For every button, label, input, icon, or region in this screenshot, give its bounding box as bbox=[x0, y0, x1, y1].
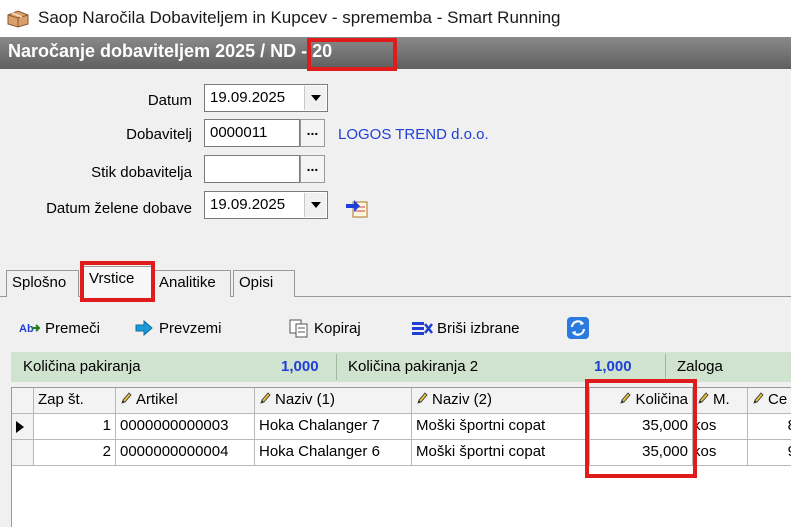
pencil-icon bbox=[260, 392, 271, 404]
kopiraj-label: Kopiraj bbox=[314, 319, 361, 337]
document-title: Naročanje dobaviteljem 2025 / ND - 20 bbox=[8, 41, 333, 61]
column-header-cena[interactable]: Ce bbox=[748, 388, 791, 414]
kolicina-pakiranja-2-label: Količina pakiranja 2 bbox=[348, 358, 479, 375]
table-cell[interactable]: 9 bbox=[748, 440, 791, 466]
delete-rows-icon bbox=[412, 322, 433, 335]
table-cell[interactable]: Moški športni copat bbox=[412, 414, 590, 440]
highlight-kolicina-column bbox=[585, 379, 697, 478]
window-title: Saop Naročila Dobaviteljem in Kupcev - s… bbox=[38, 8, 561, 27]
kopiraj-button[interactable]: Kopiraj bbox=[288, 316, 361, 340]
zaloga-label: Zaloga bbox=[677, 358, 723, 375]
kolicina-pakiranja-value: 1,000 bbox=[281, 358, 319, 375]
datum-value: 19.09.2025 bbox=[210, 89, 286, 106]
kolicina-pakiranja-2-value: 1,000 bbox=[594, 358, 632, 375]
datum-label: Datum bbox=[147, 92, 192, 109]
datum-zelene-label: Datum želene dobave bbox=[46, 200, 192, 217]
tab-analitike[interactable]: Analitike bbox=[153, 270, 231, 297]
dobavitelj-label: Dobavitelj bbox=[126, 126, 192, 143]
app-box-icon bbox=[7, 10, 29, 28]
datum-zelene-value: 19.09.2025 bbox=[210, 196, 286, 213]
table-cell[interactable]: Hoka Chalanger 6 bbox=[255, 440, 412, 466]
pencil-icon bbox=[417, 392, 428, 404]
kolicina-pakiranja-label: Količina pakiranja bbox=[23, 358, 141, 375]
arrow-right-icon bbox=[135, 319, 153, 337]
table-cell[interactable]: 2 bbox=[34, 440, 116, 466]
premeci-button[interactable]: Ab Premeči bbox=[19, 316, 100, 340]
table-cell[interactable]: 1 bbox=[34, 414, 116, 440]
grid-corner bbox=[12, 388, 34, 414]
stats-strip: Količina pakiranja 1,000 Količina pakira… bbox=[11, 352, 791, 382]
stik-lookup-button[interactable]: ... bbox=[300, 155, 325, 183]
dobavitelj-lookup-button[interactable]: ... bbox=[300, 119, 325, 147]
table-cell[interactable]: 0000000000004 bbox=[116, 440, 255, 466]
table-cell[interactable]: kos bbox=[693, 440, 748, 466]
column-header-naziv-2[interactable]: Naziv (2) bbox=[412, 388, 590, 414]
dobavitelj-input[interactable]: 0000011 bbox=[204, 119, 300, 147]
column-header-zap-st[interactable]: Zap št. bbox=[34, 388, 116, 414]
column-header-mera[interactable]: M. bbox=[693, 388, 748, 414]
stats-divider bbox=[336, 354, 337, 380]
refresh-icon[interactable] bbox=[566, 316, 590, 340]
table-cell[interactable]: Moški športni copat bbox=[412, 440, 590, 466]
dobavitelj-value: 0000011 bbox=[210, 124, 268, 141]
column-header-artikel[interactable]: Artikel bbox=[116, 388, 255, 414]
window-titlebar: Saop Naročila Dobaviteljem in Kupcev - s… bbox=[0, 0, 791, 37]
copy-icon bbox=[289, 319, 308, 338]
chevron-down-icon[interactable] bbox=[304, 86, 326, 110]
datum-combo[interactable]: 19.09.2025 bbox=[204, 84, 328, 112]
current-row-arrow-icon bbox=[16, 421, 24, 433]
column-header-naziv-1[interactable]: Naziv (1) bbox=[255, 388, 412, 414]
table-cell[interactable]: 0000000000003 bbox=[116, 414, 255, 440]
pencil-icon bbox=[121, 392, 132, 404]
stik-label: Stik dobavitelja bbox=[91, 164, 192, 181]
calendar-arrow-icon[interactable] bbox=[345, 196, 371, 220]
pencil-icon bbox=[698, 392, 709, 404]
prevzemi-button[interactable]: Prevzemi bbox=[133, 316, 222, 340]
svg-text:Ab: Ab bbox=[19, 323, 34, 335]
row-indicator[interactable] bbox=[12, 414, 34, 440]
table-cell[interactable]: Hoka Chalanger 7 bbox=[255, 414, 412, 440]
chevron-down-icon[interactable] bbox=[304, 193, 326, 217]
stik-input[interactable] bbox=[204, 155, 300, 183]
stats-divider bbox=[665, 354, 666, 380]
highlight-vrstice-tab bbox=[80, 261, 155, 302]
dobavitelj-name: LOGOS TREND d.o.o. bbox=[338, 126, 489, 143]
prevzemi-label: Prevzemi bbox=[159, 319, 222, 337]
move-icon: Ab bbox=[19, 323, 41, 335]
table-cell[interactable]: kos bbox=[693, 414, 748, 440]
pencil-icon bbox=[753, 392, 764, 404]
tab-opisi[interactable]: Opisi bbox=[233, 270, 295, 297]
brisi-izbrane-label: Briši izbrane bbox=[437, 319, 520, 337]
brisi-izbrane-button[interactable]: Briši izbrane bbox=[411, 316, 520, 340]
highlight-document-number bbox=[307, 38, 397, 71]
tab-splosno[interactable]: Splošno bbox=[6, 270, 79, 297]
table-cell[interactable]: 8 bbox=[748, 414, 791, 440]
datum-zelene-combo[interactable]: 19.09.2025 bbox=[204, 191, 328, 219]
row-indicator[interactable] bbox=[12, 440, 34, 466]
premeci-label: Premeči bbox=[45, 319, 101, 337]
